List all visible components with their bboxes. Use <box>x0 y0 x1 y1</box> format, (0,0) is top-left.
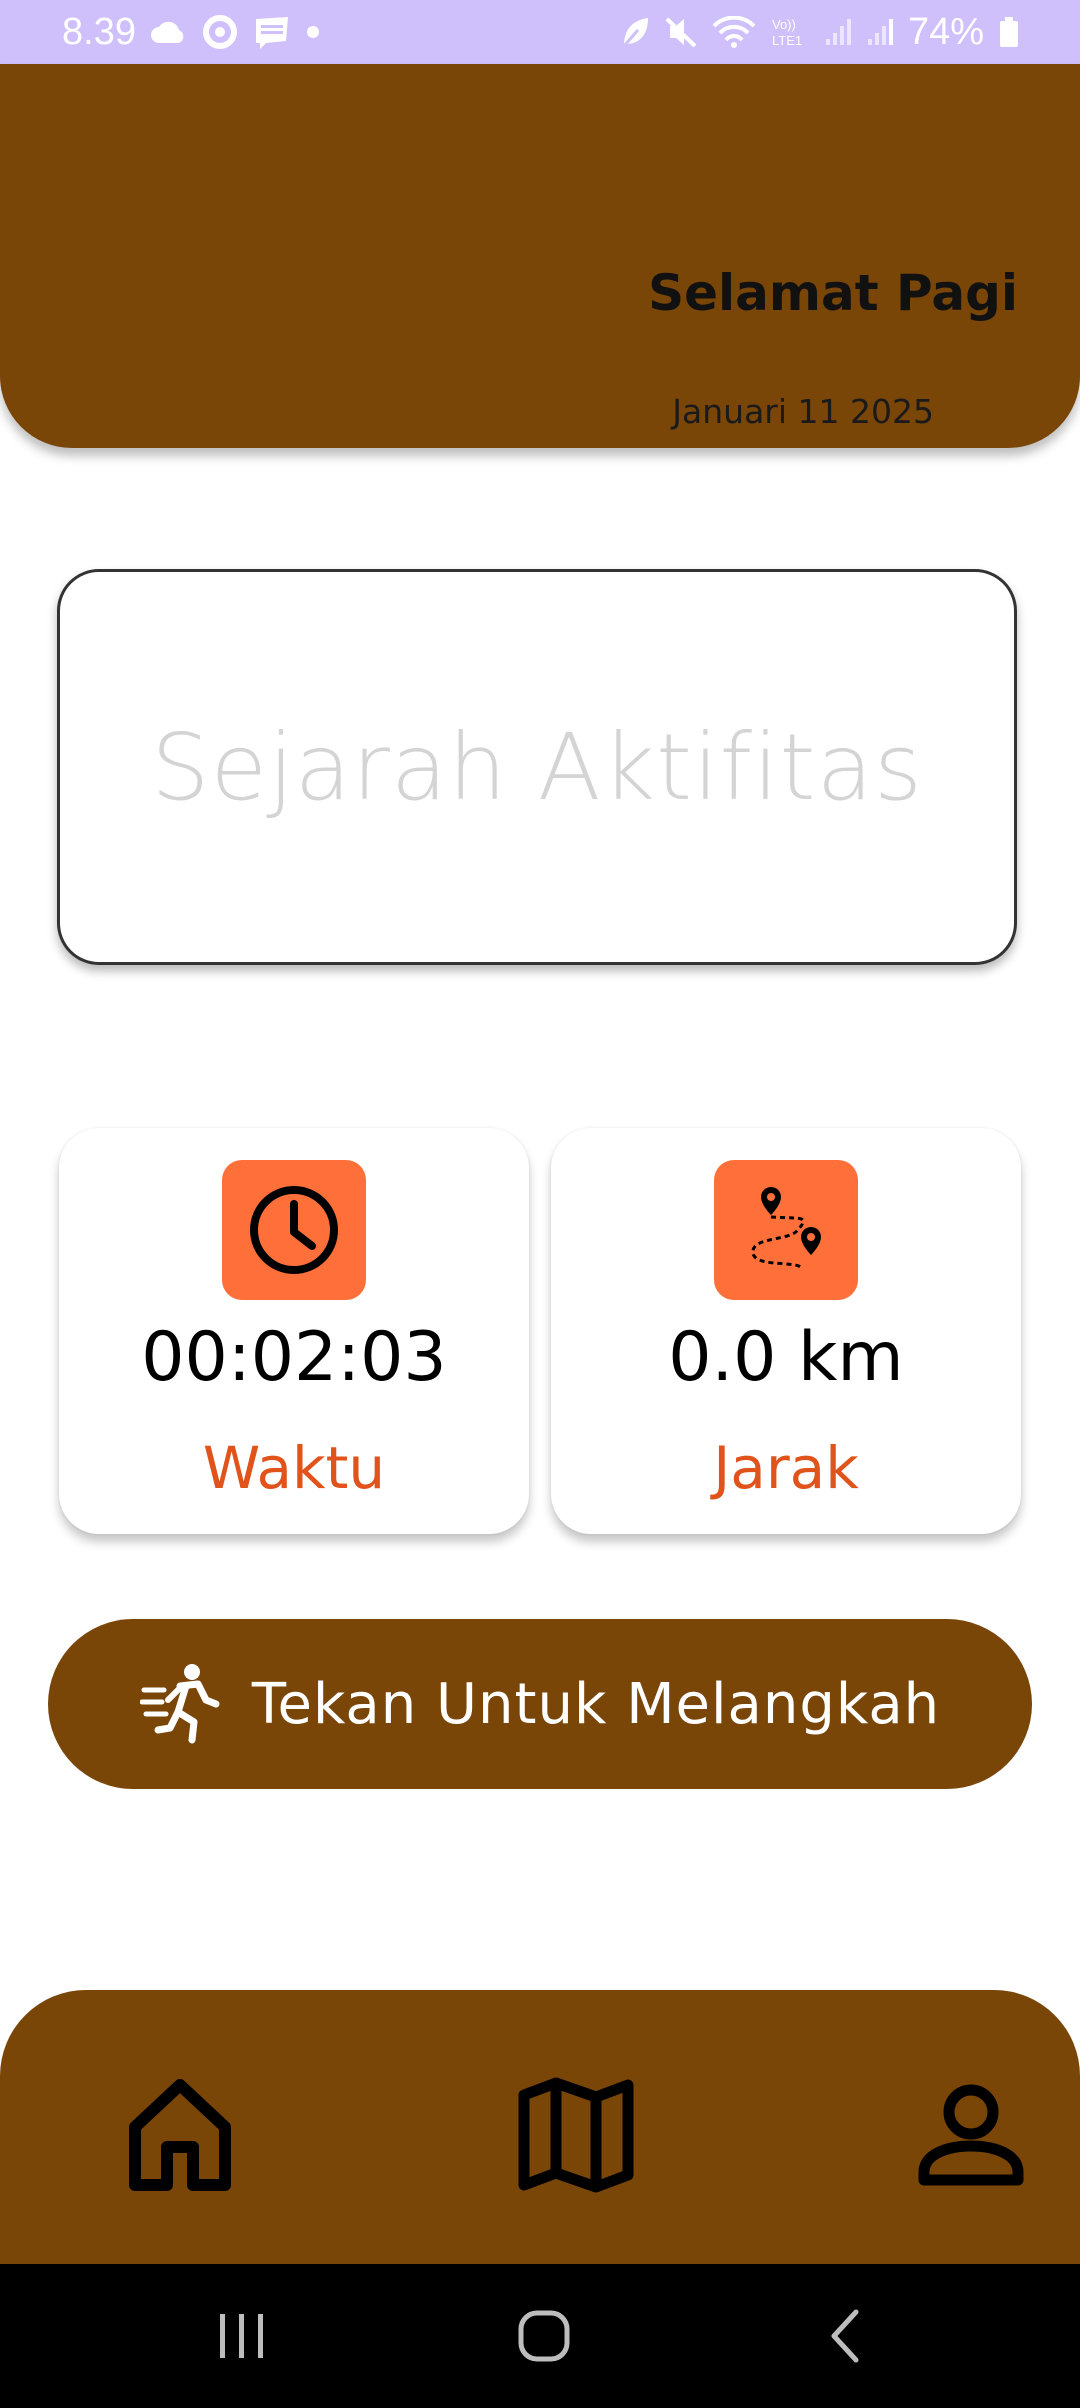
signal-icon <box>824 17 852 47</box>
battery-percent: 74% <box>907 10 984 53</box>
wifi-icon <box>712 16 756 48</box>
greeting-text: Selamat Pagi <box>648 264 1018 322</box>
app-screen: 8.39 Vo)) LTE1 74% Selamat Pagi Januari … <box>0 0 1080 2408</box>
home-circle-icon <box>518 2310 570 2362</box>
recents-icon <box>220 2314 263 2358</box>
cloud-icon <box>150 19 188 45</box>
battery-icon <box>998 16 1020 48</box>
start-walking-button[interactable]: Tekan Untuk Melangkah <box>48 1619 1032 1789</box>
time-stat-card: 00:02:03 Waktu <box>59 1128 529 1534</box>
dot-icon <box>306 25 320 39</box>
nav-profile[interactable] <box>906 2070 1036 2200</box>
header: Selamat Pagi Januari 11 2025 <box>0 64 1080 448</box>
status-bar: 8.39 Vo)) LTE1 74% <box>0 0 1080 64</box>
volte-icon: Vo)) LTE1 <box>770 15 810 49</box>
status-time: 8.39 <box>62 10 136 53</box>
map-icon <box>518 2077 634 2193</box>
profile-icon <box>918 2084 1024 2186</box>
nav-home[interactable] <box>115 2070 245 2200</box>
distance-label: Jarak <box>713 1434 859 1502</box>
signal-icon <box>866 17 894 47</box>
back-icon <box>831 2309 859 2363</box>
mute-icon <box>664 16 698 48</box>
webtoon-icon <box>252 15 292 49</box>
clock-icon <box>222 1160 366 1300</box>
date-text: Januari 11 2025 <box>672 392 934 431</box>
running-person-icon <box>139 1660 224 1748</box>
home-icon <box>129 2079 231 2191</box>
distance-stat-card: 0.0 km Jarak <box>551 1128 1021 1534</box>
system-navigation-bar <box>0 2264 1080 2408</box>
svg-text:LTE1: LTE1 <box>772 33 802 48</box>
distance-value: 0.0 km <box>668 1318 904 1397</box>
back-button[interactable] <box>798 2288 894 2384</box>
location-ring-icon <box>202 14 238 50</box>
activity-history-label: Sejarah Aktifitas <box>151 713 923 821</box>
recents-button[interactable] <box>194 2288 290 2384</box>
svg-text:Vo)): Vo)) <box>772 17 796 32</box>
bottom-navigation <box>0 1990 1080 2264</box>
status-right: Vo)) LTE1 74% <box>620 11 1020 54</box>
system-home-button[interactable] <box>496 2288 592 2384</box>
time-value: 00:02:03 <box>141 1318 447 1397</box>
time-label: Waktu <box>202 1434 386 1502</box>
nav-map[interactable] <box>511 2070 641 2200</box>
status-left: 8.39 <box>62 11 320 54</box>
route-map-icon <box>714 1160 858 1300</box>
start-walking-label: Tekan Untuk Melangkah <box>251 1671 941 1737</box>
activity-history-card[interactable]: Sejarah Aktifitas <box>57 569 1017 965</box>
leaf-icon <box>620 16 650 48</box>
